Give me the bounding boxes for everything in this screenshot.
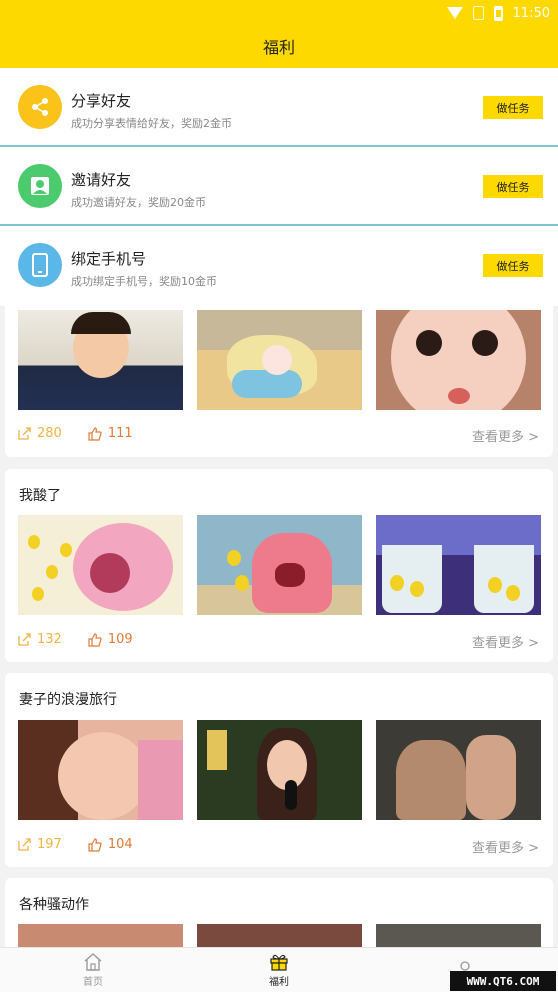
like-count[interactable]: 104 — [88, 837, 133, 852]
battery-icon — [493, 5, 503, 21]
home-icon — [84, 952, 102, 971]
sim-icon — [472, 6, 484, 20]
share-count[interactable]: 132 — [18, 632, 62, 647]
like-count-value: 109 — [107, 632, 133, 647]
task-title: 邀请好友 — [71, 171, 132, 189]
task-desc: 成功分享表情给好友，奖励2金币 — [71, 117, 232, 130]
meme-thumbnail[interactable] — [197, 310, 362, 410]
task-bind-phone: 绑定手机号 成功绑定手机号，奖励10金币 做任务 — [0, 226, 558, 306]
page-title: 福利 — [262, 38, 295, 57]
share-count-value: 280 — [37, 426, 62, 441]
status-time: 11:50 — [512, 5, 550, 21]
meme-card[interactable]: 各种骚动作 — [5, 878, 553, 947]
site-watermark: WWW.QT6.COM — [450, 971, 556, 991]
share-count-value: 197 — [37, 837, 62, 852]
meme-thumbnail[interactable] — [197, 720, 362, 820]
wifi-icon — [446, 7, 463, 19]
card-title: 各种骚动作 — [19, 897, 89, 913]
share-count-value: 132 — [37, 632, 62, 647]
do-task-button[interactable]: 做任务 — [483, 175, 543, 198]
view-more-link[interactable]: 查看更多 > — [472, 632, 539, 651]
view-more-link[interactable]: 查看更多 > — [472, 426, 539, 445]
nav-welfare[interactable]: 福利 — [186, 948, 372, 992]
gift-icon — [270, 954, 288, 971]
status-bar: 11:50 — [446, 3, 550, 23]
task-list: 分享好友 成功分享表情给好友，奖励2金币 做任务 邀请好友 成功邀请好友，奖励2… — [0, 68, 558, 306]
meme-thumbnail[interactable] — [376, 924, 541, 947]
meme-card[interactable]: 280 111 查看更多 > — [5, 305, 553, 457]
share-icon — [18, 427, 31, 440]
phone-icon — [18, 243, 62, 287]
share-count[interactable]: 197 — [18, 837, 62, 852]
meme-thumbnail[interactable] — [18, 515, 183, 615]
meme-thumbnail[interactable] — [197, 515, 362, 615]
like-count[interactable]: 109 — [88, 632, 133, 647]
do-task-button[interactable]: 做任务 — [483, 96, 543, 119]
person-icon — [18, 164, 62, 208]
share-icon — [18, 633, 31, 646]
nav-home-label: 首页 — [83, 976, 103, 988]
share-count[interactable]: 280 — [18, 426, 62, 441]
meme-card[interactable]: 妻子的浪漫旅行 197 104 查看更多 > — [5, 673, 553, 867]
view-more-link[interactable]: 查看更多 > — [472, 837, 539, 856]
meme-thumbnail[interactable] — [376, 515, 541, 615]
meme-feed: 280 111 查看更多 > 我酸了 132 109 查看更多 > 妻子的浪漫旅… — [0, 305, 558, 947]
top-bar: 11:50 福利 — [0, 0, 558, 68]
share-icon — [18, 85, 62, 129]
do-task-button[interactable]: 做任务 — [483, 254, 543, 277]
meme-thumbnail[interactable] — [376, 310, 541, 410]
meme-thumbnail[interactable] — [197, 924, 362, 947]
card-title: 妻子的浪漫旅行 — [19, 692, 117, 708]
thumbs-up-icon — [88, 632, 102, 647]
nav-home[interactable]: 首页 — [0, 948, 186, 992]
card-title: 我酸了 — [19, 488, 61, 504]
task-title: 分享好友 — [71, 92, 132, 110]
task-share: 分享好友 成功分享表情给好友，奖励2金币 做任务 — [0, 68, 558, 147]
meme-card[interactable]: 我酸了 132 109 查看更多 > — [5, 469, 553, 662]
like-count[interactable]: 111 — [88, 426, 133, 441]
thumbs-up-icon — [88, 426, 102, 441]
thumbs-up-icon — [88, 837, 102, 852]
task-desc: 成功邀请好友，奖励20金币 — [71, 196, 206, 209]
meme-thumbnail[interactable] — [18, 310, 183, 410]
meme-thumbnail[interactable] — [376, 720, 541, 820]
task-title: 绑定手机号 — [71, 250, 147, 268]
share-icon — [18, 838, 31, 851]
task-desc: 成功绑定手机号，奖励10金币 — [71, 275, 217, 288]
nav-welfare-label: 福利 — [269, 976, 289, 988]
task-invite: 邀请好友 成功邀请好友，奖励20金币 做任务 — [0, 147, 558, 226]
meme-thumbnail[interactable] — [18, 924, 183, 947]
like-count-value: 111 — [107, 426, 133, 441]
like-count-value: 104 — [107, 837, 133, 852]
meme-thumbnail[interactable] — [18, 720, 183, 820]
